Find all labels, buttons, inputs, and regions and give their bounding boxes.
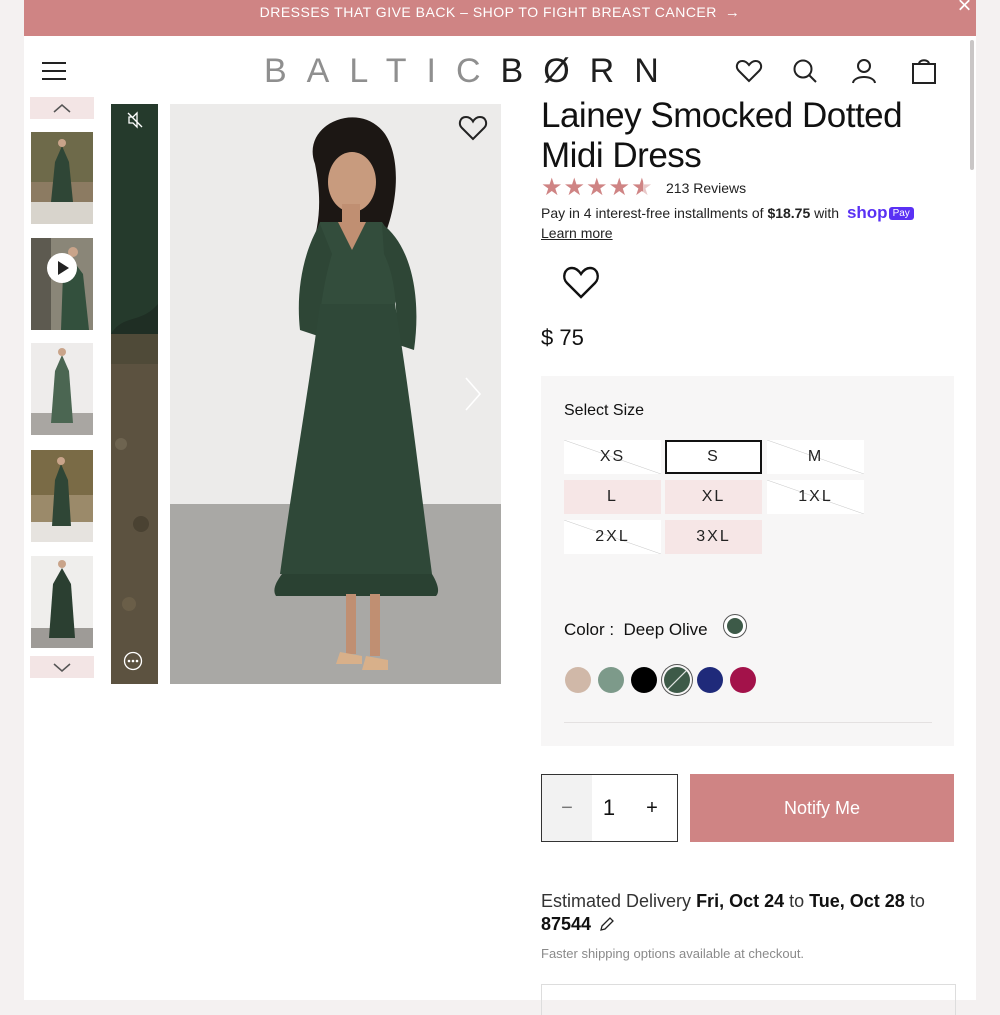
size-option-1xl[interactable]: 1XL: [767, 480, 864, 514]
quantity-value[interactable]: 1: [594, 775, 624, 841]
size-label: M: [807, 448, 824, 465]
size-label: L: [607, 488, 618, 505]
faster-shipping-note: Faster shipping options available at che…: [541, 946, 805, 961]
size-label: XS: [599, 448, 626, 465]
size-label: 2XL: [595, 528, 630, 545]
delivery-prefix: Estimated Delivery: [541, 891, 697, 911]
product-thumbnail[interactable]: [31, 556, 93, 648]
reviews-link[interactable]: 213 Reviews: [666, 180, 746, 196]
installments-text: Pay in 4 interest-free installments of $…: [541, 203, 914, 223]
close-icon[interactable]: ×: [957, 0, 972, 18]
edit-pencil-icon[interactable]: [599, 916, 615, 932]
menu-icon[interactable]: [42, 62, 66, 80]
mute-icon[interactable]: [126, 111, 144, 129]
color-swatch-navy[interactable]: [697, 667, 723, 693]
color-swatch-deep-olive[interactable]: [664, 667, 690, 693]
bag-icon[interactable]: [909, 56, 939, 86]
select-size-label: Select Size: [564, 402, 645, 419]
color-swatch-taupe[interactable]: [565, 667, 591, 693]
logo-baltic: BALTIC: [264, 52, 501, 90]
rating-stars[interactable]: ★ ★ ★ ★ ★: [541, 174, 654, 201]
size-option-s[interactable]: S: [665, 440, 762, 474]
brand-logo[interactable]: BALTICBØRN: [264, 52, 679, 92]
installments-prefix: Pay in 4 interest-free installments of: [541, 205, 768, 221]
color-label-prefix: Color :: [564, 620, 615, 639]
delivery-zip[interactable]: 87544: [541, 914, 591, 934]
installment-amount: $18.75: [767, 205, 811, 221]
product-thumbnail[interactable]: [31, 343, 93, 435]
half-star-icon: ★: [631, 174, 653, 201]
color-swatch-black[interactable]: [631, 667, 657, 693]
size-label: 3XL: [696, 528, 731, 545]
previous-slide-image[interactable]: [111, 104, 158, 684]
size-option-3xl[interactable]: 3XL: [665, 520, 762, 554]
star-icon: ★: [586, 174, 608, 201]
delivery-to: to: [784, 891, 810, 911]
product-main-image[interactable]: [170, 104, 501, 684]
quantity-decrease-button[interactable]: −: [542, 775, 592, 841]
learn-more-link[interactable]: Learn more: [541, 225, 613, 241]
product-options-panel: Select Size XS S M L XL 1XL 2XL 3XL Colo…: [541, 376, 954, 746]
promo-text[interactable]: DRESSES THAT GIVE BACK – SHOP TO FIGHT B…: [260, 4, 717, 20]
size-label: XL: [701, 488, 726, 505]
chevron-down-icon: [53, 663, 71, 672]
selected-color-indicator: [723, 614, 747, 638]
size-label: 1XL: [798, 488, 833, 505]
star-icon: ★: [563, 174, 586, 201]
search-icon[interactable]: [790, 56, 820, 86]
video-thumbnail[interactable]: [31, 238, 93, 330]
logo-born: BØRN: [500, 52, 679, 90]
color-swatch-berry[interactable]: [730, 667, 756, 693]
wishlist-heart-icon[interactable]: [458, 114, 488, 142]
selected-color-name: Deep Olive: [623, 620, 708, 639]
product-thumbnail[interactable]: [31, 450, 93, 542]
quantity-stepper: − 1 +: [541, 774, 678, 842]
delivery-to-zip: to: [904, 891, 925, 911]
size-option-xl[interactable]: XL: [665, 480, 762, 514]
star-icon: ★: [608, 174, 631, 201]
shop-pay-logo: shop: [846, 203, 888, 222]
installments-with: with: [810, 205, 843, 221]
divider: [564, 722, 932, 723]
delivery-end-date: Tue, Oct 28: [809, 891, 905, 911]
arrow-right-icon: →: [724, 3, 741, 21]
size-option-m[interactable]: M: [767, 440, 864, 474]
product-thumbnail[interactable]: [31, 132, 93, 224]
delivery-start-date: Fri, Oct 24: [696, 891, 785, 911]
shop-pay-badge: Pay: [888, 207, 914, 220]
page-scrollbar[interactable]: [970, 40, 974, 170]
size-option-xs[interactable]: XS: [564, 440, 661, 474]
size-label: S: [707, 448, 720, 465]
star-icon: ★: [541, 174, 563, 201]
size-option-l[interactable]: L: [564, 480, 661, 514]
size-option-2xl[interactable]: 2XL: [564, 520, 661, 554]
thumbnail-down-button[interactable]: [30, 656, 94, 678]
estimated-delivery: Estimated Delivery Fri, Oct 24 to Tue, O…: [541, 890, 961, 936]
more-options-icon[interactable]: [123, 651, 143, 671]
color-label: Color : Deep Olive: [564, 620, 708, 640]
thumbnail-up-button[interactable]: [30, 97, 94, 119]
chevron-right-icon[interactable]: [460, 374, 484, 414]
chevron-up-icon: [53, 104, 71, 113]
quantity-increase-button[interactable]: +: [637, 775, 667, 841]
account-icon[interactable]: [849, 56, 879, 86]
promo-banner[interactable]: DRESSES THAT GIVE BACK – SHOP TO FIGHT B…: [24, 0, 976, 36]
product-page: DRESSES THAT GIVE BACK – SHOP TO FIGHT B…: [24, 0, 976, 1015]
product-title: Lainey Smocked Dotted Midi Dress: [541, 96, 903, 175]
heart-icon[interactable]: [734, 56, 764, 86]
add-to-wishlist-icon[interactable]: [562, 264, 600, 300]
notify-me-button[interactable]: Notify Me: [690, 774, 954, 842]
product-price: $ 75: [541, 325, 584, 350]
color-swatch-sage[interactable]: [598, 667, 624, 693]
